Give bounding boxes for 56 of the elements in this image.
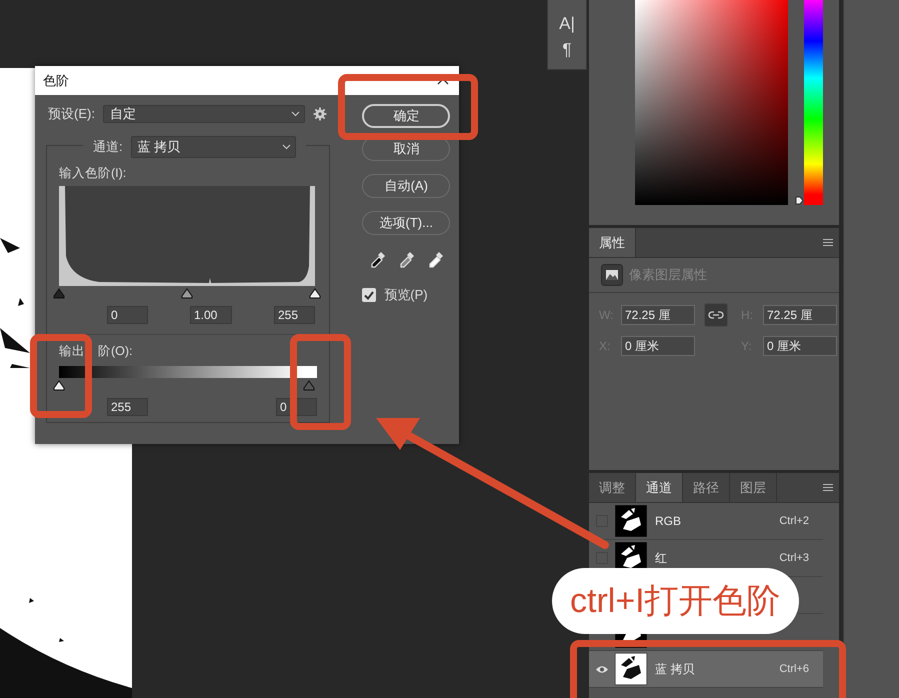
panel-tool-icon[interactable]: A| xyxy=(559,14,575,34)
hue-slider[interactable] xyxy=(795,0,823,205)
menu-icon[interactable] xyxy=(823,484,833,491)
chevron-down-icon xyxy=(290,111,300,117)
channel-row[interactable]: 蓝 拷贝 Ctrl+6 xyxy=(589,651,823,688)
dimension-field[interactable]: 0 厘米 xyxy=(621,336,695,356)
panel-tab[interactable]: 路径 xyxy=(683,473,730,502)
dialog-button[interactable]: 自动(A) xyxy=(362,174,450,198)
chevron-down-icon xyxy=(282,144,291,150)
color-field[interactable] xyxy=(635,0,788,205)
panel-tab[interactable]: 通道 xyxy=(636,473,683,502)
annotation-text: ctrl+I打开色阶 xyxy=(570,582,781,620)
input-levels-label: 输入色阶(I): xyxy=(59,165,128,182)
eyedropper-icon[interactable] xyxy=(428,251,444,269)
channel-thumbnail xyxy=(615,505,647,537)
channel-name: 蓝 拷贝 xyxy=(655,660,694,678)
output-level-field[interactable]: 255 xyxy=(107,398,148,416)
channel-name: 红 xyxy=(655,550,667,566)
dialog-button[interactable]: 确定 xyxy=(362,104,450,128)
channel-shortcut: Ctrl+6 xyxy=(779,663,809,675)
dialog-title: 色阶 xyxy=(43,72,69,90)
panel-tab[interactable]: 图层 xyxy=(730,473,777,502)
slider-thumb[interactable] xyxy=(795,196,804,205)
channel-label: 通道: xyxy=(93,138,123,156)
dialog-button[interactable]: 选项(T)... xyxy=(362,211,450,235)
output-slider-handle[interactable] xyxy=(53,380,65,391)
channel-thumbnail xyxy=(615,653,647,685)
input-slider-handle[interactable] xyxy=(53,288,65,299)
panel-tool-icon[interactable]: ¶ xyxy=(562,40,572,60)
gear-icon[interactable] xyxy=(312,107,327,121)
output-levels-label: 阶(O): xyxy=(98,343,133,360)
eyedropper-icon[interactable] xyxy=(370,251,386,269)
input-slider-handle[interactable] xyxy=(181,288,193,299)
input-level-field[interactable]: 255 xyxy=(274,306,315,324)
image-icon xyxy=(601,264,623,286)
output-slider-handle[interactable] xyxy=(303,380,315,391)
preset-dropdown[interactable]: 自定 xyxy=(102,105,305,123)
dimension-field[interactable]: 72.25 厘 xyxy=(763,305,837,325)
eye-icon[interactable] xyxy=(595,664,609,674)
dimension-field[interactable]: 0 厘米 xyxy=(763,336,837,356)
input-level-field[interactable]: 0 xyxy=(107,306,148,324)
preset-label: 预设(E): xyxy=(48,105,95,123)
channel-shortcut: Ctrl+3 xyxy=(779,552,809,564)
channel-name: RGB xyxy=(655,514,682,528)
output-levels-label: 输出 xyxy=(59,343,85,360)
input-level-field[interactable]: 1.00 xyxy=(190,306,232,324)
channel-shortcut: Ctrl+2 xyxy=(779,515,809,527)
channel-row[interactable]: RGB Ctrl+2 xyxy=(589,503,823,540)
menu-icon[interactable] xyxy=(823,239,833,246)
channel-dropdown[interactable]: 蓝 拷贝 xyxy=(130,136,296,158)
input-slider-handle[interactable] xyxy=(309,288,321,299)
link-icon[interactable] xyxy=(704,303,728,327)
dimension-field[interactable]: 72.25 厘 xyxy=(621,305,695,325)
preview-label: 预览(P) xyxy=(384,286,428,304)
preview-checkbox[interactable] xyxy=(362,288,376,302)
panel-tab[interactable]: 属性 xyxy=(589,228,636,257)
